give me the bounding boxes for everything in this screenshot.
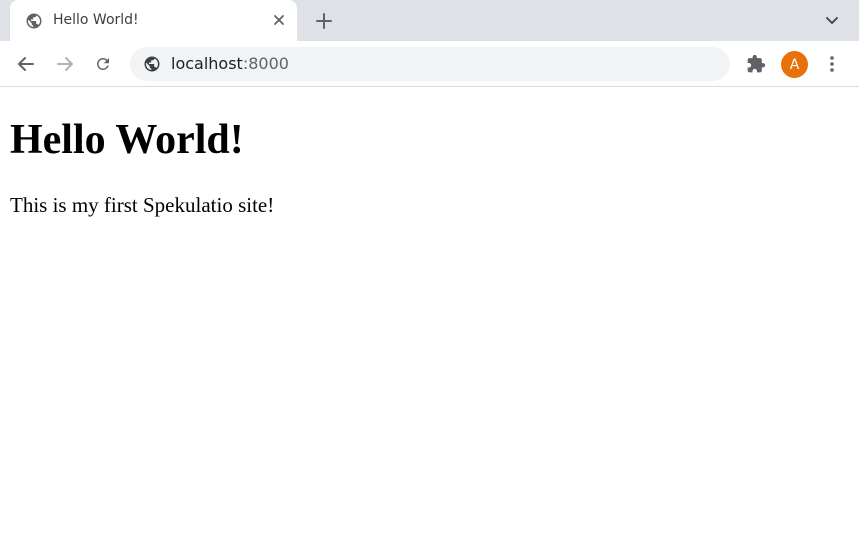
profile-avatar[interactable]: A <box>781 51 808 78</box>
forward-arrow-icon[interactable] <box>53 52 77 76</box>
page-paragraph: This is my first Spekulatio site! <box>10 193 275 217</box>
url-host: localhost <box>171 54 243 73</box>
chevron-down-icon[interactable] <box>822 11 842 31</box>
page-heading: Hello World! <box>10 117 244 163</box>
close-icon[interactable] <box>270 11 288 29</box>
puzzle-extensions-icon[interactable] <box>744 52 768 76</box>
kebab-menu-icon[interactable] <box>820 52 844 76</box>
browser-toolbar: localhost:8000 A <box>0 41 859 87</box>
tab-active[interactable]: Hello World! <box>10 0 297 41</box>
globe-icon[interactable] <box>143 55 161 73</box>
address-bar[interactable]: localhost:8000 <box>130 47 730 81</box>
url-text[interactable]: localhost:8000 <box>171 54 289 74</box>
url-port: :8000 <box>242 54 289 73</box>
tab-title: Hello World! <box>53 12 139 28</box>
back-arrow-icon[interactable] <box>14 52 38 76</box>
page-content: Hello World! This is my first Spekulatio… <box>0 88 859 538</box>
reload-icon[interactable] <box>91 52 115 76</box>
tab-strip: Hello World! <box>0 0 859 41</box>
globe-icon <box>25 12 43 30</box>
new-tab-plus-icon[interactable] <box>312 9 336 33</box>
